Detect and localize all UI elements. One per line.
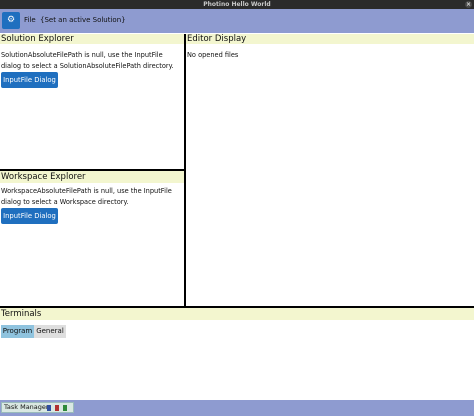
solution-inputfile-dialog-button[interactable]: InputFile Dialog [1, 72, 58, 88]
workspace-inputfile-dialog-button[interactable]: InputFile Dialog [1, 208, 58, 224]
status-indicator-red [55, 405, 59, 411]
file-menu[interactable]: File [24, 16, 36, 24]
window-title: Photino Hello World [203, 1, 271, 8]
window-title-bar: Photino Hello World × [0, 0, 474, 9]
solution-explorer-message: SolutionAbsoluteFilePath is null, use th… [1, 51, 174, 70]
task-manager-button[interactable]: Task Manager [1, 402, 74, 413]
explorer-splitter[interactable] [0, 169, 186, 171]
close-icon[interactable]: × [465, 1, 472, 8]
status-indicator-blue [47, 405, 51, 411]
tab-program[interactable]: Program [1, 325, 34, 338]
active-solution-label[interactable]: {Set an active Solution} [40, 16, 126, 24]
editor-display-title: Editor Display [186, 34, 474, 44]
terminals-title: Terminals [0, 308, 474, 320]
workspace-explorer-message: WorkspaceAbsoluteFilePath is null, use t… [1, 187, 172, 206]
workspace-explorer-title: Workspace Explorer [0, 171, 184, 183]
gear-icon: ⚙ [6, 15, 16, 25]
task-manager-label: Task Manager [4, 403, 49, 411]
editor-display-message: No opened files [187, 51, 239, 59]
settings-button[interactable]: ⚙ [2, 12, 20, 29]
tab-general[interactable]: General [34, 325, 66, 338]
solution-explorer-title: Solution Explorer [0, 34, 184, 44]
status-indicator-green [63, 405, 67, 411]
